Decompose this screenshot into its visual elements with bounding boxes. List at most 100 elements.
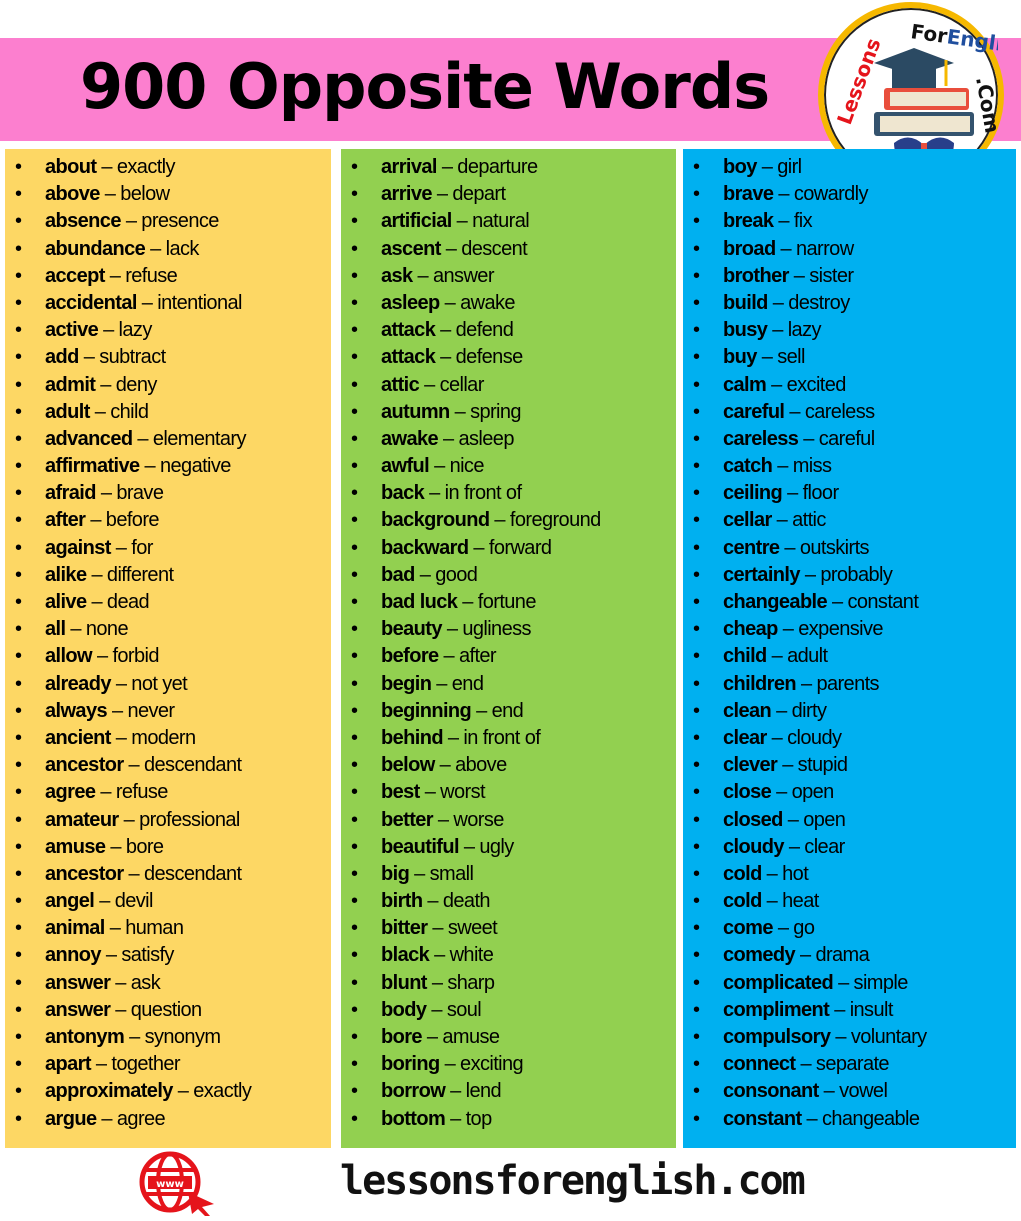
word-pair-item: • answer – question xyxy=(5,997,331,1024)
www-globe-icon: www xyxy=(138,1150,218,1221)
dash-separator: – xyxy=(95,373,116,396)
word-pair-item: • allow – forbid xyxy=(5,643,331,670)
opposite-word: above xyxy=(455,754,507,777)
opposite-word: in front of xyxy=(463,726,541,749)
bullet-icon: • xyxy=(351,1080,358,1103)
word-pair-item: • boy – girl xyxy=(683,154,1016,181)
word: annoy xyxy=(45,944,102,967)
word-pair-item: • advanced – elementary xyxy=(5,426,331,453)
word-pair-item: • boring – exciting xyxy=(341,1051,676,1078)
word: asleep xyxy=(381,291,440,314)
word-pair-item: • closed – open xyxy=(683,807,1016,834)
bullet-icon: • xyxy=(693,699,700,722)
word-pair-item: • ancient – modern xyxy=(5,725,331,752)
dash-separator: – xyxy=(412,264,434,287)
word-pair-item: • brother – sister xyxy=(683,263,1016,290)
dash-separator: – xyxy=(85,509,106,532)
opposite-word: insult xyxy=(849,998,894,1021)
dash-separator: – xyxy=(92,645,113,668)
opposite-word: stupid xyxy=(797,754,848,777)
word-pair-item: • active – lazy xyxy=(5,317,331,344)
opposite-word: white xyxy=(449,944,494,967)
opposite-word: death xyxy=(442,890,491,913)
opposite-word: dirty xyxy=(791,699,827,722)
bullet-icon: • xyxy=(15,699,22,722)
dash-separator: – xyxy=(172,1080,194,1103)
dash-separator: – xyxy=(830,1026,851,1048)
dash-separator: – xyxy=(94,890,115,913)
dash-separator: – xyxy=(95,482,117,505)
bullet-icon: • xyxy=(351,862,358,885)
word-pair-item: • admit – deny xyxy=(5,372,331,399)
dash-separator: – xyxy=(110,971,131,994)
word: bitter xyxy=(381,917,428,940)
word-pair-item: • antonym – synonym xyxy=(5,1024,331,1051)
word-pair-item: • back – in front of xyxy=(341,480,676,507)
footer-website-url[interactable]: lessonsforenglish.com xyxy=(340,1158,806,1204)
opposite-word: open xyxy=(791,781,835,804)
word: bore xyxy=(381,1026,423,1048)
word-pair-item: • compulsory – voluntary xyxy=(683,1024,1016,1051)
opposite-word: exciting xyxy=(460,1053,524,1076)
word: angel xyxy=(45,890,95,913)
word: argue xyxy=(45,1107,97,1130)
opposite-word: lazy xyxy=(118,319,153,342)
bullet-icon: • xyxy=(15,1026,22,1048)
dash-separator: – xyxy=(799,563,821,586)
word-pair-item: • calm – excited xyxy=(683,372,1016,399)
opposite-word: forbid xyxy=(112,645,159,668)
word-column-3: • boy – girl • brave – cowardly • break – fix… xyxy=(683,149,1016,1148)
word-pair-item: • black – white xyxy=(341,942,676,969)
word: already xyxy=(45,672,111,695)
dash-separator: – xyxy=(788,264,810,287)
opposite-word: devil xyxy=(114,890,154,913)
dash-separator: – xyxy=(424,482,445,505)
word: clear xyxy=(723,726,767,749)
bullet-icon: • xyxy=(15,373,22,396)
word-column-2: • arrival – departure • arrive – depart • art… xyxy=(341,149,676,1148)
word-pair-item: • awful – nice xyxy=(341,453,676,480)
word: awake xyxy=(381,427,439,450)
word-pair-item: • abundance – lack xyxy=(5,236,331,263)
word-pair-item: • below – above xyxy=(341,752,676,779)
word-pair-item: • afraid – brave xyxy=(5,480,331,507)
bullet-icon: • xyxy=(351,1053,358,1076)
word-pair-item: • bitter – sweet xyxy=(341,915,676,942)
dash-separator: – xyxy=(439,1053,461,1076)
opposite-word: question xyxy=(130,998,202,1021)
opposite-word: descendant xyxy=(144,862,242,885)
word: catch xyxy=(723,455,773,478)
opposite-word: satisfy xyxy=(121,944,174,967)
word-pair-item: • cold – hot xyxy=(683,861,1016,888)
word-pair-item: • add – subtract xyxy=(5,344,331,371)
word: come xyxy=(723,917,773,940)
dash-separator: – xyxy=(796,672,817,695)
opposite-word: in front of xyxy=(444,482,522,505)
bullet-icon: • xyxy=(15,455,22,478)
word: about xyxy=(45,156,97,178)
bullet-icon: • xyxy=(15,1107,22,1130)
word-pair-item: • children – parents xyxy=(683,671,1016,698)
word: cellar xyxy=(723,509,772,532)
word-pair-item: • behind – in front of xyxy=(341,725,676,752)
bullet-icon: • xyxy=(15,917,22,940)
bullet-icon: • xyxy=(351,183,358,206)
word-column-1: • about – exactly • above – below • absence –… xyxy=(5,149,331,1148)
word-pair-item: • alive – dead xyxy=(5,589,331,616)
bullet-icon: • xyxy=(15,319,22,342)
bullet-icon: • xyxy=(693,400,700,423)
word-pair-item: • comedy – drama xyxy=(683,942,1016,969)
word-pair-item: • body – soul xyxy=(341,997,676,1024)
dash-separator: – xyxy=(777,618,799,641)
opposite-word: brave xyxy=(116,482,164,505)
dash-separator: – xyxy=(833,971,854,994)
opposite-word: elementary xyxy=(152,427,247,450)
opposite-word: careful xyxy=(818,427,875,450)
word: active xyxy=(45,319,99,342)
word: consonant xyxy=(723,1080,819,1103)
opposite-word: ugly xyxy=(479,835,514,858)
dash-separator: – xyxy=(132,427,153,450)
dash-separator: – xyxy=(438,427,459,450)
word: broad xyxy=(723,237,776,260)
opposite-word: ask xyxy=(130,971,161,994)
